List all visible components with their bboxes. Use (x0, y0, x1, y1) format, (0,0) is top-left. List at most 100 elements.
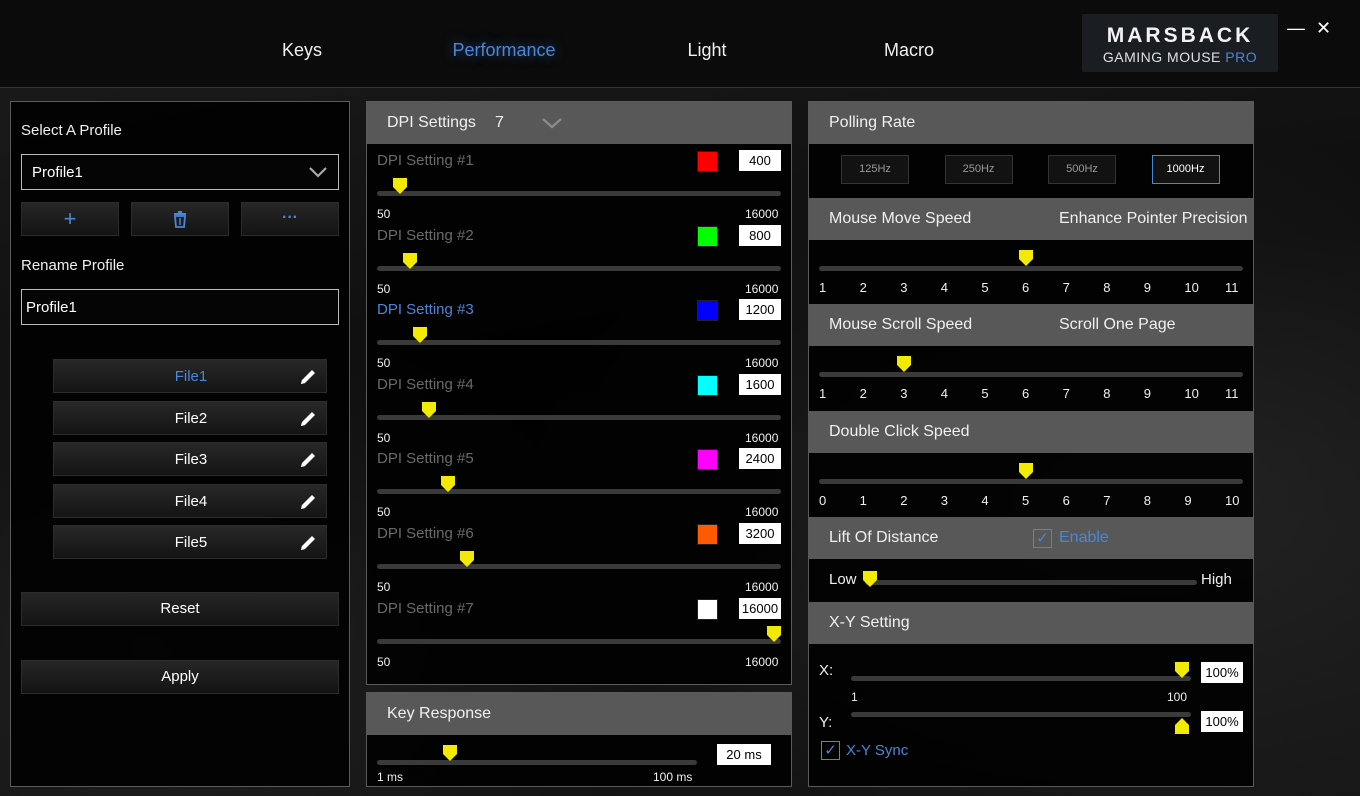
x-sensitivity-slider[interactable] (851, 676, 1191, 681)
delete-profile-button[interactable] (131, 202, 229, 236)
tab-macro[interactable]: Macro (829, 40, 989, 61)
double-click-header: Double Click Speed (809, 411, 1253, 453)
scale-tick-label: 4 (981, 493, 989, 508)
pencil-icon[interactable] (298, 409, 318, 434)
dpi-slider[interactable] (377, 265, 781, 271)
file-button[interactable]: File5 (53, 525, 327, 559)
tab-performance[interactable]: Performance (424, 40, 584, 61)
dpi-max-label: 16000 (745, 356, 779, 371)
xy-sync-label[interactable]: X-Y Sync (846, 742, 908, 759)
reset-button[interactable]: Reset (21, 592, 339, 626)
dpi-max-label: 16000 (745, 505, 779, 520)
scale-tick-label: 2 (859, 280, 867, 295)
scroll-speed-slider[interactable] (819, 372, 1243, 377)
key-response-slider[interactable] (377, 760, 697, 765)
move-speed-slider-thumb[interactable] (1019, 250, 1033, 266)
scale-tick-label: 4 (940, 386, 949, 401)
minimize-button[interactable]: — (1287, 18, 1305, 39)
file-button[interactable]: File3 (53, 442, 327, 476)
dpi-value-input[interactable]: 1200 (739, 299, 781, 321)
dpi-max-label: 16000 (745, 580, 779, 594)
dpi-slider-thumb[interactable] (767, 625, 781, 642)
apply-button[interactable]: Apply (21, 660, 339, 694)
polling-rate-500hz[interactable]: 500Hz (1048, 155, 1116, 184)
dpi-value-input[interactable]: 16000 (739, 597, 781, 619)
lift-distance-slider[interactable] (865, 580, 1197, 585)
dpi-color-swatch[interactable] (697, 449, 718, 471)
lift-enable-checkbox[interactable]: ✓ (1033, 529, 1052, 548)
file-button[interactable]: File4 (53, 483, 327, 518)
move-speed-title: Mouse Move Speed (829, 210, 972, 227)
dpi-value-input[interactable]: 800 (739, 224, 781, 246)
tab-keys[interactable]: Keys (222, 40, 382, 61)
dpi-color-swatch[interactable] (697, 598, 718, 620)
y-sensitivity-value[interactable]: 100% (1201, 711, 1243, 732)
pencil-icon[interactable] (298, 450, 318, 475)
lift-distance-header: Lift Of Distance ✓ Enable (809, 517, 1253, 559)
dpi-slider-thumb[interactable] (460, 551, 475, 567)
dpi-color-swatch[interactable] (697, 300, 718, 322)
rename-profile-input[interactable]: Profile1 (21, 289, 339, 325)
x-sensitivity-slider-thumb[interactable] (1175, 662, 1189, 678)
dpi-setting-label: DPI Setting #6 (377, 525, 474, 542)
file-button[interactable]: File1 (53, 359, 327, 393)
dpi-slider[interactable] (377, 191, 781, 196)
pencil-icon[interactable] (298, 367, 318, 392)
dpi-value-input[interactable]: 3200 (739, 523, 781, 544)
file-button[interactable]: File2 (53, 400, 327, 435)
dpi-slider[interactable] (377, 414, 781, 420)
enhance-pointer-precision[interactable]: Enhance Pointer Precision (1059, 210, 1248, 228)
double-click-slider-thumb[interactable] (1019, 463, 1033, 479)
polling-rate-250hz[interactable]: 250Hz (944, 155, 1013, 184)
dpi-min-label: 50 (377, 356, 391, 371)
dpi-color-swatch[interactable] (697, 524, 718, 545)
dpi-value-input[interactable]: 2400 (739, 448, 781, 470)
dpi-slider[interactable] (377, 340, 781, 346)
dpi-color-swatch[interactable] (697, 225, 718, 247)
lift-high-label: High (1201, 571, 1232, 588)
dpi-color-swatch[interactable] (697, 374, 718, 396)
dpi-slider[interactable] (377, 564, 781, 569)
dpi-slider-thumb[interactable] (402, 252, 417, 269)
chevron-down-icon[interactable] (541, 116, 563, 135)
scale-tick-label: 5 (981, 386, 989, 401)
x-sensitivity-value[interactable]: 100% (1201, 662, 1243, 683)
move-speed-slider[interactable] (819, 266, 1243, 271)
scroll-one-page[interactable]: Scroll One Page (1059, 316, 1176, 334)
dpi-max-label: 16000 (745, 654, 779, 669)
dpi-slider[interactable] (377, 489, 781, 495)
key-response-slider-thumb[interactable] (443, 745, 457, 761)
tab-light[interactable]: Light (627, 40, 787, 61)
dpi-slider-thumb[interactable] (441, 476, 456, 493)
dpi-slider-thumb[interactable] (393, 178, 408, 194)
select-profile-label: Select A Profile (21, 122, 122, 139)
add-profile-button[interactable]: + (21, 202, 119, 236)
y-sensitivity-slider[interactable] (851, 712, 1191, 717)
pencil-icon[interactable] (298, 492, 318, 517)
scale-tick-label: 8 (1103, 280, 1111, 295)
dpi-slider-thumb[interactable] (422, 401, 437, 418)
profile-select[interactable]: Profile1 (21, 154, 339, 190)
dpi-value-input[interactable]: 1600 (739, 373, 781, 395)
polling-rate-125hz[interactable]: 125Hz (841, 155, 909, 184)
scale-tick-label: 7 (1062, 280, 1070, 295)
key-response-value[interactable]: 20 ms (717, 744, 771, 765)
lift-distance-slider-thumb[interactable] (863, 571, 877, 587)
logo-brand: MARSBACK (1106, 24, 1254, 47)
dpi-slider-thumb[interactable] (412, 327, 427, 344)
dpi-value-input[interactable]: 400 (739, 150, 781, 171)
dpi-color-swatch[interactable] (697, 151, 718, 172)
key-response-title: Key Response (387, 705, 492, 722)
scroll-speed-slider-thumb[interactable] (897, 356, 912, 372)
dpi-slider[interactable] (377, 638, 781, 644)
more-options-button[interactable]: ··· (241, 202, 339, 236)
y-sensitivity-slider-thumb[interactable] (1175, 718, 1189, 734)
polling-rate-1000hz[interactable]: 1000Hz (1151, 155, 1220, 184)
double-click-slider[interactable] (819, 479, 1243, 484)
lift-enable-label[interactable]: Enable (1059, 529, 1109, 547)
close-button[interactable]: ✕ (1316, 18, 1331, 39)
dpi-count[interactable]: 7 (495, 114, 504, 132)
xy-sync-checkbox[interactable]: ✓ (821, 741, 840, 760)
brand-logo: MARSBACK GAMING MOUSE PRO (1082, 14, 1278, 72)
pencil-icon[interactable] (298, 533, 318, 558)
